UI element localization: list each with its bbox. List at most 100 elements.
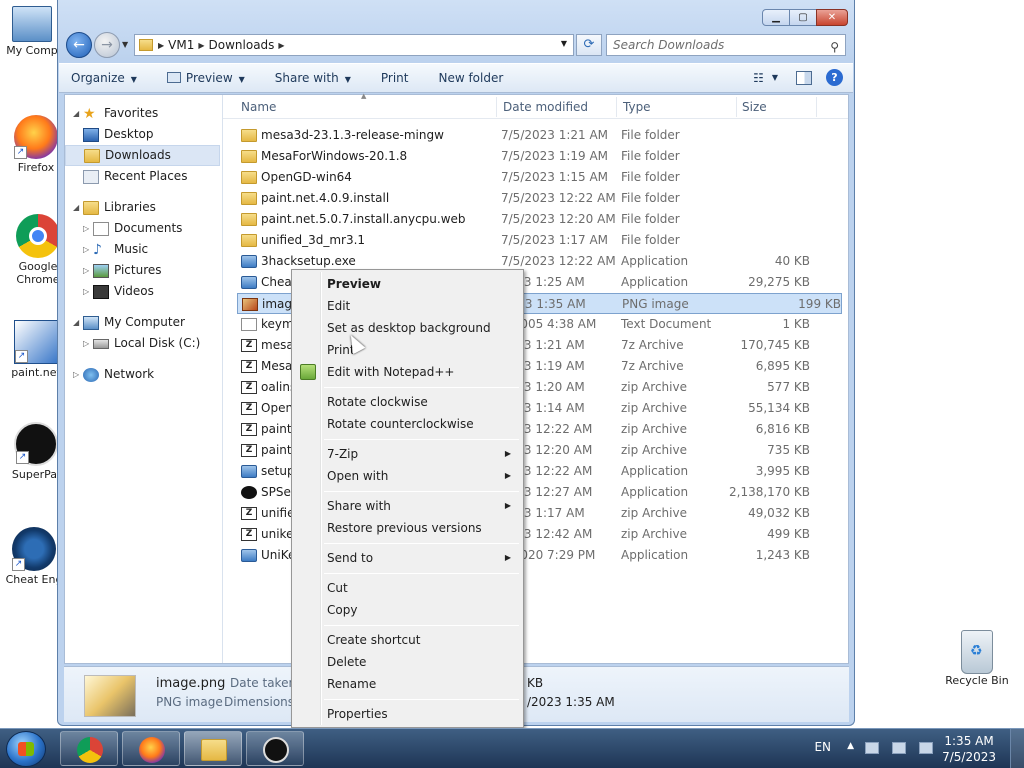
chevron-down-icon: ▼ — [344, 75, 351, 84]
paint-net-icon: ↗ — [14, 320, 58, 364]
show-desktop-button[interactable] — [1010, 729, 1024, 768]
nav-libraries[interactable]: ◢ Libraries — [65, 197, 222, 218]
file-name: OpenGD-win64 — [261, 170, 352, 184]
breadcrumb-downloads[interactable]: Downloads — [209, 38, 275, 52]
file-row[interactable]: paint.net.5.0.7.install.anycpu.web 7/5/20… — [223, 209, 848, 230]
desktop-icon — [83, 127, 99, 142]
chrome-icon — [16, 214, 60, 258]
libraries-icon — [83, 200, 99, 215]
language-indicator[interactable]: EN — [814, 740, 831, 754]
menu-item-send-to[interactable]: Send to ▶ — [294, 547, 521, 569]
column-header-date[interactable]: Date modified — [503, 100, 588, 114]
nav-music[interactable]: ▷ ♪ Music — [65, 239, 222, 260]
collapse-arrow-icon: ◢ — [73, 109, 80, 118]
action-center-icon[interactable] — [865, 742, 879, 754]
file-name: setup — [261, 464, 295, 478]
network-tray-icon[interactable] — [892, 742, 906, 754]
menu-item-restore-previous-versions[interactable]: Restore previous versions — [294, 517, 521, 539]
address-bar[interactable]: ▶ VM1 ▶ Downloads ▶ ▼ — [134, 34, 574, 56]
new-folder-button[interactable]: New folder — [438, 71, 503, 85]
address-dropdown-icon[interactable]: ▼ — [561, 39, 567, 48]
file-name: unified_3d_mr3.1 — [261, 233, 366, 247]
nav-desktop[interactable]: Desktop — [65, 124, 222, 145]
volume-icon[interactable] — [919, 742, 933, 754]
organize-button[interactable]: Organize ▼ — [71, 71, 137, 85]
file-type: File folder — [621, 191, 680, 205]
column-header-size[interactable]: Size — [742, 100, 767, 114]
nav-recent-places[interactable]: Recent Places — [65, 166, 222, 187]
nav-documents[interactable]: ▷ Documents — [65, 218, 222, 239]
desktop-icon-label: My Comp — [6, 44, 58, 57]
nav-downloads[interactable]: Downloads — [65, 145, 220, 166]
nav-my-computer[interactable]: ◢ My Computer — [65, 312, 222, 333]
menu-item-copy[interactable]: Copy — [294, 599, 521, 621]
show-hidden-icons-icon[interactable]: ▲ — [847, 741, 854, 751]
file-name: unike — [261, 527, 294, 541]
nav-network[interactable]: ▷ Network — [65, 364, 222, 385]
change-view-icon[interactable]: ☷ — [753, 71, 764, 85]
breadcrumb-vm1[interactable]: VM1 — [168, 38, 194, 52]
print-button[interactable]: Print — [381, 71, 409, 85]
shortcut-arrow-icon: ↗ — [15, 350, 28, 363]
menu-item-cut[interactable]: Cut — [294, 577, 521, 599]
file-row[interactable]: unified_3d_mr3.1 7/5/2023 1:17 AM File fol… — [223, 230, 848, 251]
chevron-down-icon[interactable]: ▼ — [772, 73, 778, 82]
share-with-button[interactable]: Share with ▼ — [275, 71, 351, 85]
desktop-icon-recycle-bin[interactable]: Recycle Bin — [944, 630, 1010, 687]
desktop-icon-cheat-engine[interactable]: ↗ Cheat Eng — [4, 527, 64, 586]
column-header-name[interactable]: Name — [241, 100, 276, 114]
menu-item-7zip[interactable]: 7-Zip ▶ — [294, 443, 521, 465]
forward-button[interactable]: → — [94, 32, 120, 58]
search-icon[interactable]: ⚲ — [830, 37, 839, 57]
menu-item-properties[interactable]: Properties — [294, 703, 521, 725]
recent-pages-dropdown[interactable]: ▼ — [122, 40, 128, 49]
menu-item-print[interactable]: Print — [294, 339, 521, 361]
column-header-type[interactable]: Type — [623, 100, 651, 114]
file-row[interactable]: paint.net.4.0.9.install 7/5/2023 12:22 AM… — [223, 188, 848, 209]
taskbar-firefox[interactable] — [122, 731, 180, 766]
minimize-button[interactable]: ▁ — [762, 9, 790, 26]
nav-pictures-label: Pictures — [114, 263, 162, 277]
menu-item-rotate-clockwise[interactable]: Rotate clockwise — [294, 391, 521, 413]
menu-item-edit-notepad[interactable]: Edit with Notepad++ — [294, 361, 521, 383]
file-row[interactable]: MesaForWindows-20.1.8 7/5/2023 1:19 AM Fil… — [223, 146, 848, 167]
menu-item-open-with[interactable]: Open with ▶ — [294, 465, 521, 487]
preview-button[interactable]: Preview ▼ — [166, 71, 245, 85]
start-button[interactable] — [6, 731, 46, 767]
menu-item-create-shortcut[interactable]: Create shortcut — [294, 629, 521, 651]
file-type: Application — [621, 254, 689, 268]
file-size: 199 KB — [798, 297, 841, 311]
refresh-button[interactable]: ⟳ — [576, 34, 602, 56]
back-button[interactable]: ← — [66, 32, 92, 58]
taskbar-explorer[interactable] — [184, 731, 242, 766]
menu-item-rotate-counterclockwise[interactable]: Rotate counterclockwise — [294, 413, 521, 435]
details-date-value: /2023 1:35 AM — [527, 695, 615, 709]
menu-item-set-desktop-background[interactable]: Set as desktop background — [294, 317, 521, 339]
menu-item-preview[interactable]: Preview — [294, 273, 521, 295]
shortcut-arrow-icon: ↗ — [14, 146, 27, 159]
file-row[interactable]: mesa3d-23.1.3-release-mingw 7/5/2023 1:21… — [223, 125, 848, 146]
nav-pictures[interactable]: ▷ Pictures — [65, 260, 222, 281]
maximize-button[interactable]: ▢ — [789, 9, 817, 26]
help-icon[interactable]: ? — [826, 69, 843, 86]
close-button[interactable]: ✕ — [816, 9, 848, 26]
search-input[interactable]: Search Downloads ⚲ — [606, 34, 846, 56]
taskbar-chrome[interactable] — [60, 731, 118, 766]
nav-network-label: Network — [104, 367, 155, 381]
clock[interactable]: 1:35 AM 7/5/2023 — [942, 733, 996, 765]
menu-item-edit[interactable]: Edit — [294, 295, 521, 317]
menu-item-share-with[interactable]: Share with ▶ — [294, 495, 521, 517]
menu-item-rename[interactable]: Rename — [294, 673, 521, 695]
submenu-arrow-icon: ▶ — [504, 501, 511, 510]
nav-local-disk[interactable]: ▷ Local Disk (C:) — [65, 333, 222, 354]
nav-videos[interactable]: ▷ Videos — [65, 281, 222, 302]
nav-favorites[interactable]: ◢ ★ Favorites — [65, 103, 222, 124]
taskbar-superpaint[interactable] — [246, 731, 304, 766]
zip-icon: Z — [241, 381, 257, 394]
desktop-icon-my-computer[interactable]: My Comp — [2, 6, 62, 57]
menu-item-delete[interactable]: Delete — [294, 651, 521, 673]
preview-pane-icon[interactable] — [796, 70, 812, 85]
file-date-modified: 7/5/2023 1:17 AM — [501, 233, 609, 247]
file-row[interactable]: OpenGD-win64 7/5/2023 1:15 AM File folder — [223, 167, 848, 188]
file-type: File folder — [621, 128, 680, 142]
